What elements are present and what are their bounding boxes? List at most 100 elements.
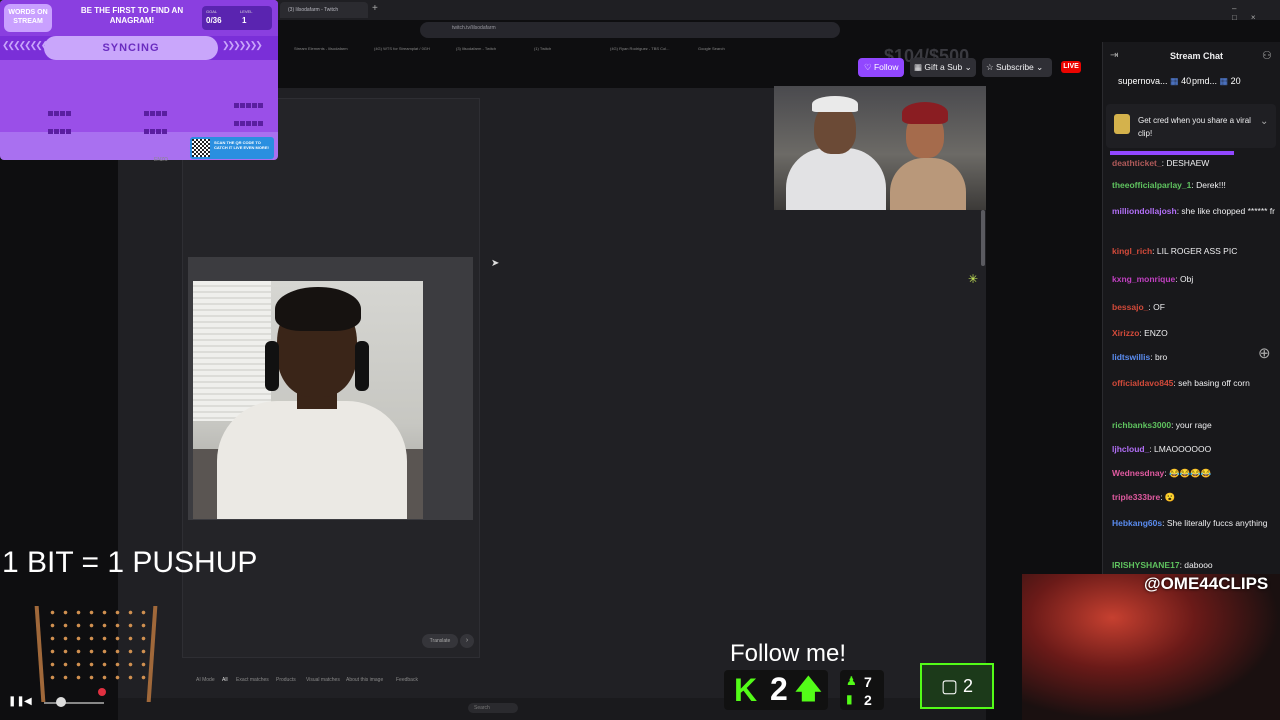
qr-code-icon	[192, 139, 210, 157]
gifter-name: pmd...	[1192, 76, 1218, 86]
chat-text: : your rage	[1171, 420, 1212, 430]
volume-slider[interactable]	[44, 702, 104, 704]
gifter-count: 40	[1181, 76, 1192, 86]
chat-username[interactable]: kxng_monrique	[1112, 274, 1175, 284]
collapse-icon[interactable]: ⇥	[1110, 50, 1118, 61]
translate-button[interactable]: Translate	[422, 634, 458, 648]
bookmark-item[interactable]: (4G) WTS for Streamplat / 0GH	[374, 46, 430, 51]
chat-username[interactable]: richbanks3000	[1112, 420, 1171, 430]
follow-button[interactable]: ♡ Follow	[858, 58, 904, 77]
player-controls: ❚❚ ◀	[0, 692, 160, 712]
taskbar-search[interactable]: Search	[468, 703, 518, 713]
chat-username[interactable]: officialdavo845	[1112, 378, 1173, 388]
headphone-right	[355, 341, 369, 391]
top-gifters: supernova... ▦ 40 pmd... ▦ 20	[1104, 72, 1278, 90]
chat-text: : LMAOOOOOO	[1149, 444, 1212, 454]
chat-message: triple333bre: 😮	[1112, 489, 1276, 505]
zoom-icon[interactable]: ⊕	[1258, 344, 1271, 362]
chevron-right-icon[interactable]: ›	[460, 634, 474, 648]
chat-username[interactable]: lidtswillis	[1112, 352, 1150, 362]
gifter-name: supernova...	[1118, 76, 1168, 86]
page-scrollbar[interactable]	[981, 210, 985, 266]
arrow-up-icon: 🡅	[794, 673, 823, 704]
chat-text: : seh basing off corn	[1173, 378, 1250, 388]
gifter-item[interactable]: pmd... ▦ 20	[1192, 76, 1241, 87]
chat-text: : OF	[1148, 302, 1165, 312]
stats-counter: ♟ 7 ▮ 2	[840, 670, 884, 710]
trophy-icon	[1114, 114, 1130, 134]
chat-message: richbanks3000: your rage	[1112, 417, 1276, 433]
volume-icon[interactable]: ◀	[24, 696, 32, 707]
chevron-down-icon: ⌄	[1033, 62, 1044, 72]
gift-sub-button[interactable]: ▦ Gift a Sub ⌄	[910, 58, 976, 77]
chat-username[interactable]: theeofficialparlay_1	[1112, 180, 1191, 190]
chat-message: lidtswillis: bro	[1112, 349, 1276, 365]
tab-ai-mode[interactable]: AI Mode	[196, 677, 215, 683]
gift-icon: ▦	[914, 62, 925, 72]
chat-username[interactable]: bessajo_	[1112, 302, 1148, 312]
chat-username[interactable]: Wednesdnay	[1112, 468, 1164, 478]
gift-icon: ▦	[1170, 76, 1179, 86]
pause-icon[interactable]: ❚❚	[8, 696, 25, 707]
clip-promo[interactable]: Get cred when you share a viral clip! ⌄	[1106, 104, 1276, 148]
gift-icon: ▦	[1219, 76, 1229, 86]
chat-username[interactable]: kingl_rich	[1112, 246, 1152, 256]
chat-username[interactable]: IRISHYSHANE17	[1112, 560, 1180, 570]
window-blinds	[193, 281, 271, 421]
chat-username[interactable]: milliondollajosh	[1112, 206, 1177, 216]
chat-message: officialdavo845: seh basing off corn	[1112, 375, 1276, 391]
guest2-headwrap	[902, 102, 948, 124]
subscribe-label: Subscribe	[995, 62, 1034, 72]
new-tab-icon[interactable]: +	[372, 3, 378, 14]
words-chat-hint: ENZO	[154, 157, 168, 163]
chat-username[interactable]: deathticket_	[1112, 158, 1162, 168]
goal-label: GOAL	[206, 9, 218, 14]
words-logo: WORDS ON STREAM	[4, 4, 52, 32]
follow-me-text: Follow me!	[730, 640, 847, 667]
clips-handle: @OME44CLIPS	[1144, 574, 1269, 593]
chat-text: : she like chopped ****** fr	[1176, 206, 1275, 216]
word-tiles	[48, 104, 72, 134]
bookmark-item[interactable]: (4G) Ryan Rodriguez - TBS Col...	[610, 46, 670, 51]
bookmark-item[interactable]: (3) lilsodafarm - Twitch	[456, 46, 496, 51]
chat-title: Stream Chat	[1170, 51, 1224, 61]
chat-username[interactable]: triple333bre	[1112, 492, 1160, 502]
words-goal-box: GOAL 0/36 LEVEL 1	[202, 6, 272, 30]
gifter-item[interactable]: supernova... ▦ 40	[1118, 76, 1191, 87]
tab-about-image[interactable]: About this image	[346, 677, 383, 683]
users-icon[interactable]: ⚇	[1262, 49, 1272, 62]
guest1-cap	[812, 96, 858, 112]
tab-visual-matches[interactable]: Visual matches	[306, 677, 340, 683]
live-badge: LIVE	[1061, 61, 1081, 73]
follow-label: Follow	[873, 62, 899, 72]
window-controls-icon[interactable]: –□×	[1232, 4, 1280, 22]
bookmark-item[interactable]: (1) Twitch	[534, 46, 551, 51]
words-banner: BE THE FIRST TO FIND AN ANAGRAM!	[80, 6, 184, 25]
word-tiles	[234, 96, 264, 144]
tab-all[interactable]: All	[222, 677, 228, 683]
chat-text: : 😂😂😂😂	[1164, 468, 1212, 478]
chat-username[interactable]: Xirizzo	[1112, 328, 1139, 338]
level-label: LEVEL	[240, 9, 253, 14]
guest1-body	[786, 148, 886, 210]
tab-exact-matches[interactable]: Exact matches	[236, 677, 269, 683]
person-shirt	[217, 401, 407, 519]
bookmark-item[interactable]: Stream Elements - lilsodafarm	[294, 46, 348, 51]
bookmark-item[interactable]: Google Search	[698, 46, 725, 51]
promo-text: Get cred when you share a viral clip!	[1138, 116, 1251, 138]
chat-text: : Derek!!!	[1191, 180, 1226, 190]
tab-products[interactable]: Products	[276, 677, 296, 683]
chat-username[interactable]: Hebkang60s	[1112, 518, 1162, 528]
chevron-down-icon[interactable]: ⌄	[1260, 116, 1268, 127]
chat-text: : ENZO	[1139, 328, 1168, 338]
tab-feedback[interactable]: Feedback	[396, 677, 418, 683]
subscribe-button[interactable]: ☆ Subscribe ⌄	[982, 58, 1052, 77]
stat-top-value: 7	[864, 674, 872, 690]
volume-knob[interactable]	[56, 697, 66, 707]
words-on-stream-widget: WORDS ON STREAM BE THE FIRST TO FIND AN …	[0, 0, 278, 160]
search-photo	[193, 281, 423, 519]
browser-tab-active[interactable]: (3) lilsodafarm - Twitch	[280, 2, 368, 18]
chat-username[interactable]: ljhcloud_	[1112, 444, 1149, 454]
chevron-down-icon: ⌄	[962, 62, 972, 72]
guest2-body	[890, 158, 966, 210]
